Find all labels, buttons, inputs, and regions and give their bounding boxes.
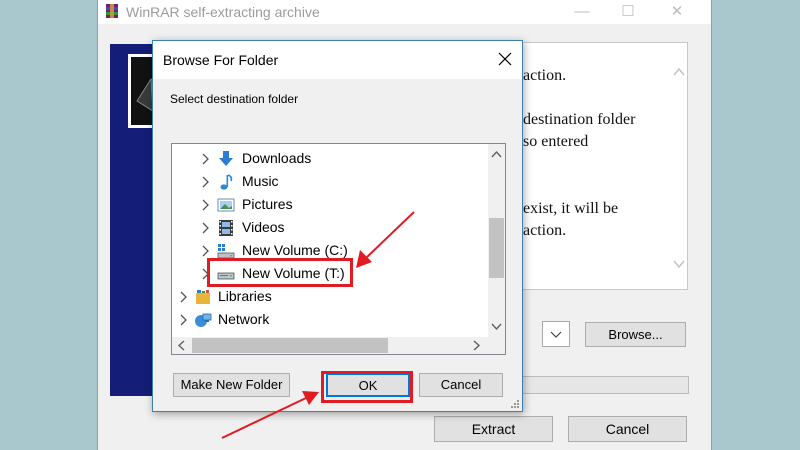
arrow-to-ok-button [221,391,319,439]
arrow-to-volume-t [356,211,415,268]
annotation-arrows [221,211,415,439]
